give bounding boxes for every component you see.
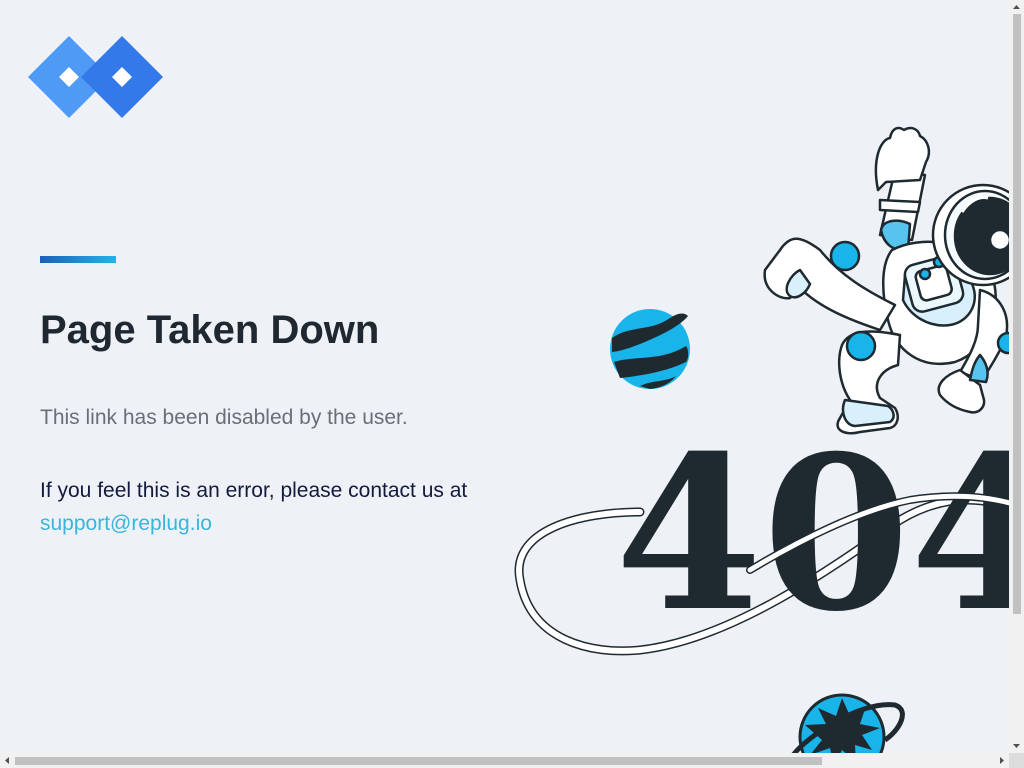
scroll-up-arrow-icon[interactable] [1009, 0, 1024, 14]
horizontal-scrollbar[interactable] [0, 753, 1009, 768]
scrollbar-corner [1009, 753, 1024, 768]
404-illustration: 404 [514, 126, 1009, 753]
title-accent-bar [40, 256, 116, 263]
page-title: Page Taken Down [40, 308, 380, 352]
planet-icon [610, 309, 690, 389]
astronaut-icon [763, 126, 1009, 435]
page-subtitle: This link has been disabled by the user. [40, 406, 408, 429]
page-viewport: Page Taken Down This link has been disab… [0, 0, 1009, 753]
vertical-scrollbar[interactable] [1009, 0, 1024, 753]
error-contact-text: If you feel this is an error, please con… [40, 479, 468, 502]
vertical-scrollbar-thumb[interactable] [1013, 14, 1021, 614]
scroll-down-arrow-icon[interactable] [1009, 739, 1024, 753]
ringed-planet-icon [791, 693, 905, 753]
scroll-left-arrow-icon[interactable] [0, 753, 15, 768]
support-email-link[interactable]: support@replug.io [40, 512, 212, 536]
replug-logo-icon[interactable] [28, 36, 164, 120]
scroll-right-arrow-icon[interactable] [994, 753, 1009, 768]
horizontal-scrollbar-thumb[interactable] [15, 757, 822, 765]
